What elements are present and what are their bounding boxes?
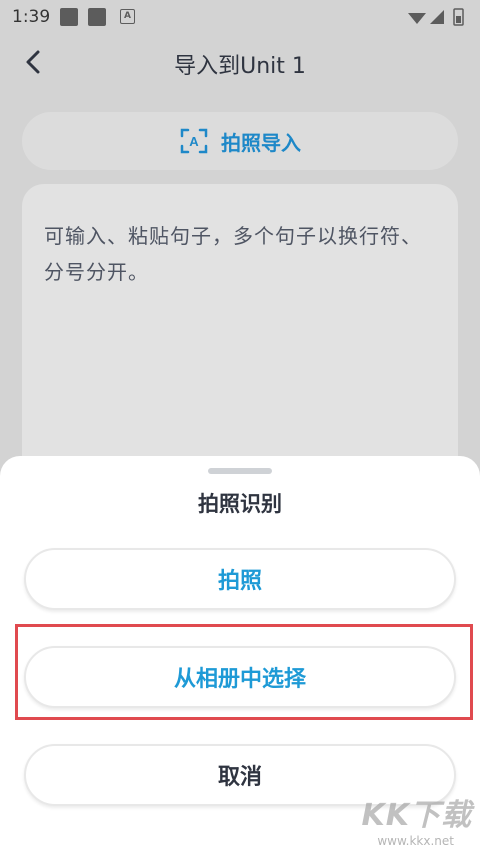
header: 导入到Unit 1 [0, 34, 480, 94]
scan-text-icon: A [180, 128, 208, 154]
photo-import-button[interactable]: A 拍照导入 [22, 112, 458, 170]
notification-icon [88, 8, 106, 26]
highlight-box [15, 624, 473, 720]
signal-icon [430, 10, 444, 24]
status-time: 1:39 [12, 7, 51, 27]
photo-import-label: 拍照导入 [221, 130, 301, 155]
status-indicators [406, 7, 470, 31]
notification-icon [60, 8, 78, 26]
app-notification-icon: A [120, 9, 135, 24]
watermark-url: www.kkx.net [377, 834, 454, 848]
svg-text:A: A [189, 134, 199, 149]
sheet-drag-handle[interactable] [208, 468, 272, 474]
sheet-title: 拍照识别 [198, 492, 282, 516]
take-photo-button[interactable]: 拍照 [24, 548, 456, 610]
input-placeholder: 可输入、粘贴句子，多个句子以换行符、分号分开。 [44, 224, 422, 284]
wifi-icon [408, 13, 426, 24]
page-title: 导入到Unit 1 [174, 54, 306, 79]
status-bar: 1:39 A [0, 0, 480, 34]
watermark-logo: KK下载 [361, 798, 472, 833]
battery-icon [453, 8, 464, 26]
